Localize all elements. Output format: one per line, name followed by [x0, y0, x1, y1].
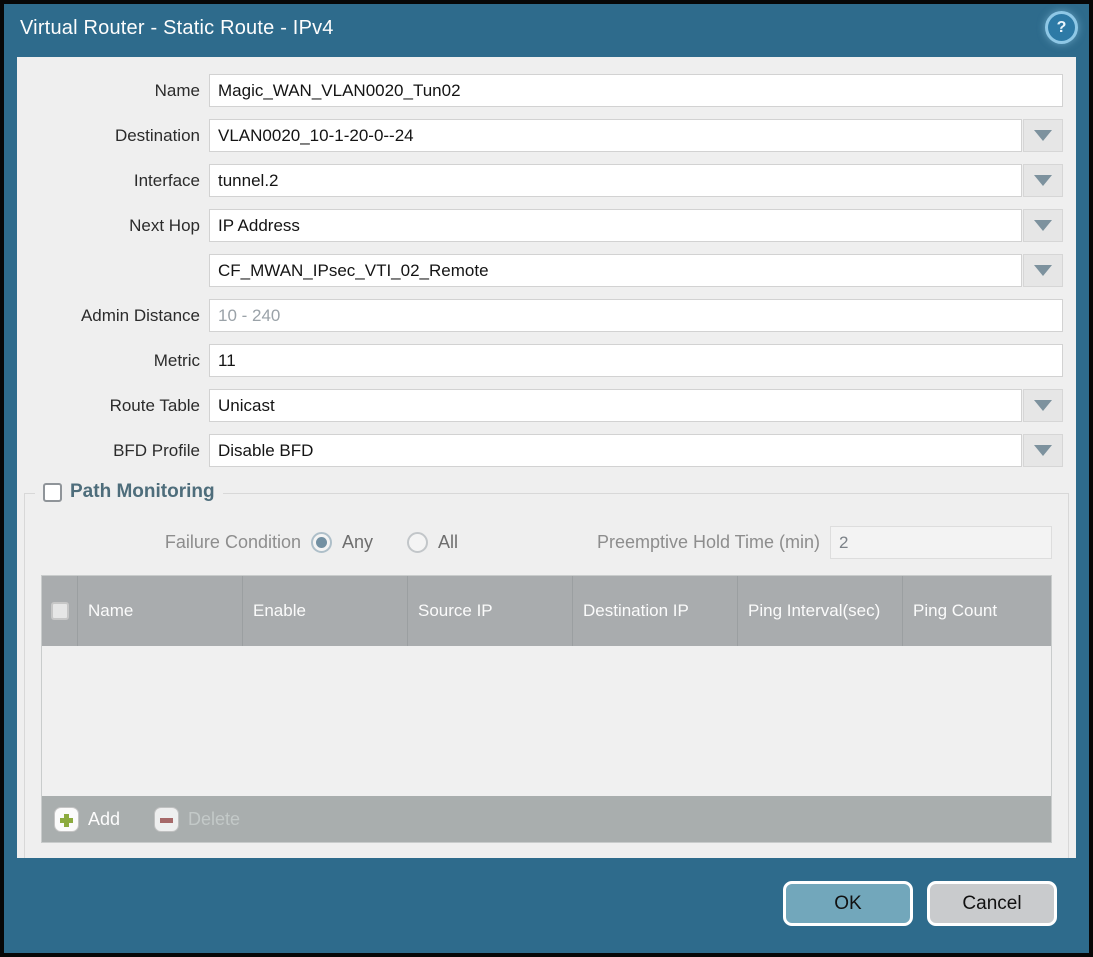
- cancel-button[interactable]: Cancel: [927, 881, 1057, 926]
- interface-dropdown-button[interactable]: [1023, 164, 1063, 197]
- column-header-name[interactable]: Name: [78, 576, 243, 646]
- bfd-profile-input[interactable]: [209, 434, 1022, 467]
- name-input[interactable]: [209, 74, 1063, 107]
- table-header-checkbox-cell: [42, 576, 78, 646]
- next-hop-type-dropdown-button[interactable]: [1023, 209, 1063, 242]
- metric-row: Metric: [17, 344, 1063, 377]
- table-body-empty: [42, 646, 1051, 796]
- table-header: Name Enable Source IP Destination IP Pin…: [42, 576, 1051, 646]
- chevron-down-icon: [1034, 400, 1052, 411]
- preemptive-hold-time-group: Preemptive Hold Time (min): [597, 526, 1052, 559]
- interface-input[interactable]: [209, 164, 1022, 197]
- delete-button-label: Delete: [188, 809, 240, 830]
- next-hop-address-input[interactable]: [209, 254, 1022, 287]
- preemptive-hold-time-input[interactable]: [830, 526, 1052, 559]
- route-table-label: Route Table: [17, 389, 209, 422]
- failure-condition-radio-group: Any All: [311, 532, 458, 553]
- interface-row: Interface: [17, 164, 1063, 197]
- next-hop-address-row: [17, 254, 1063, 287]
- add-plus-icon: [54, 807, 79, 832]
- preemptive-hold-time-label: Preemptive Hold Time (min): [597, 532, 830, 553]
- interface-label: Interface: [17, 164, 209, 197]
- dialog-titlebar: Virtual Router - Static Route - IPv4 ?: [4, 4, 1089, 53]
- bfd-profile-label: BFD Profile: [17, 434, 209, 467]
- dialog-content: Name Destination Interface: [17, 57, 1076, 858]
- help-icon[interactable]: ?: [1048, 14, 1075, 41]
- route-table-input[interactable]: [209, 389, 1022, 422]
- radio-all-label: All: [438, 532, 458, 553]
- failure-condition-any-option[interactable]: Any: [311, 532, 373, 553]
- path-monitoring-section: Path Monitoring Failure Condition Any Al…: [24, 493, 1069, 858]
- admin-distance-label: Admin Distance: [17, 299, 209, 332]
- failure-condition-label: Failure Condition: [41, 532, 311, 553]
- path-monitoring-table: Name Enable Source IP Destination IP Pin…: [41, 575, 1052, 843]
- dialog-title: Virtual Router - Static Route - IPv4: [20, 17, 334, 40]
- name-row: Name: [17, 74, 1063, 107]
- column-header-destination-ip[interactable]: Destination IP: [573, 576, 738, 646]
- help-icon-glyph: ?: [1057, 19, 1067, 37]
- failure-condition-row: Failure Condition Any All Preemptive Hol…: [41, 526, 1052, 559]
- column-header-ping-interval[interactable]: Ping Interval(sec): [738, 576, 903, 646]
- destination-row: Destination: [17, 119, 1063, 152]
- radio-any-icon: [311, 532, 332, 553]
- next-hop-address-dropdown-button[interactable]: [1023, 254, 1063, 287]
- admin-distance-input[interactable]: [209, 299, 1063, 332]
- delete-button[interactable]: Delete: [154, 807, 240, 832]
- radio-all-icon: [407, 532, 428, 553]
- route-table-row: Route Table: [17, 389, 1063, 422]
- column-header-enable[interactable]: Enable: [243, 576, 408, 646]
- add-button[interactable]: Add: [54, 807, 120, 832]
- next-hop-type-input[interactable]: [209, 209, 1022, 242]
- static-route-dialog: Virtual Router - Static Route - IPv4 ? N…: [0, 0, 1093, 957]
- failure-condition-all-option[interactable]: All: [407, 532, 458, 553]
- column-header-ping-count[interactable]: Ping Count: [903, 576, 1051, 646]
- destination-dropdown-button[interactable]: [1023, 119, 1063, 152]
- column-header-source-ip[interactable]: Source IP: [408, 576, 573, 646]
- table-toolbar: Add Delete: [42, 796, 1051, 842]
- metric-input[interactable]: [209, 344, 1063, 377]
- chevron-down-icon: [1034, 175, 1052, 186]
- bfd-profile-dropdown-button[interactable]: [1023, 434, 1063, 467]
- path-monitoring-legend: Path Monitoring: [35, 481, 223, 503]
- destination-input[interactable]: [209, 119, 1022, 152]
- select-all-checkbox[interactable]: [51, 602, 69, 620]
- add-button-label: Add: [88, 809, 120, 830]
- ok-button[interactable]: OK: [783, 881, 913, 926]
- chevron-down-icon: [1034, 220, 1052, 231]
- next-hop-label: Next Hop: [17, 209, 209, 242]
- delete-minus-icon: [154, 807, 179, 832]
- dialog-footer: OK Cancel: [783, 881, 1057, 926]
- metric-label: Metric: [17, 344, 209, 377]
- bfd-profile-row: BFD Profile: [17, 434, 1063, 467]
- chevron-down-icon: [1034, 130, 1052, 141]
- chevron-down-icon: [1034, 265, 1052, 276]
- destination-label: Destination: [17, 119, 209, 152]
- path-monitoring-title: Path Monitoring: [70, 481, 215, 503]
- next-hop-row: Next Hop: [17, 209, 1063, 242]
- radio-any-label: Any: [342, 532, 373, 553]
- route-table-dropdown-button[interactable]: [1023, 389, 1063, 422]
- path-monitoring-checkbox[interactable]: [43, 483, 62, 502]
- name-label: Name: [17, 74, 209, 107]
- admin-distance-row: Admin Distance: [17, 299, 1063, 332]
- chevron-down-icon: [1034, 445, 1052, 456]
